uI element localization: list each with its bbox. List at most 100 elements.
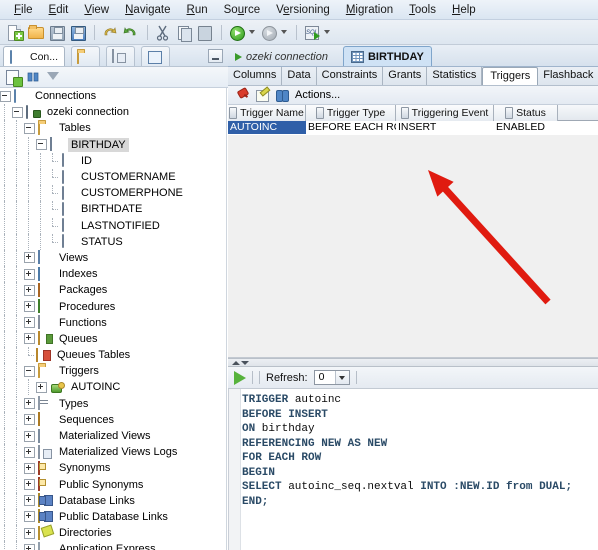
tree-item-birthdate[interactable]: BIRTHDATE [0, 201, 226, 218]
tree-item-queues-tables[interactable]: Queues Tables [0, 347, 226, 364]
paste-button[interactable] [195, 23, 214, 42]
run-green-arrow-icon[interactable] [234, 370, 246, 385]
tree-item-functions[interactable]: Functions [0, 314, 226, 331]
tree-expander-plus-icon[interactable] [24, 462, 35, 474]
table-row[interactable]: AUTOINCBEFORE EACH ROWINSERTENABLED [228, 121, 598, 134]
connections-tree[interactable]: Connections ozeki connection Tables BIRTHDA… [0, 88, 227, 550]
save-button[interactable] [47, 23, 66, 42]
tab-grants[interactable]: Grants [383, 67, 428, 85]
tree-item-public-database-links[interactable]: Public Database Links [0, 508, 226, 525]
tree-item-types[interactable]: Types [0, 395, 226, 412]
tree-expander-plus-icon[interactable] [24, 301, 35, 313]
save-all-button[interactable] [68, 23, 87, 42]
tree-item-id[interactable]: ID [0, 152, 226, 169]
grid-column-header-status[interactable]: Status [494, 105, 558, 121]
debug-button[interactable] [259, 23, 278, 42]
tree-expander-plus-icon[interactable] [24, 398, 35, 410]
tree-expander-minus-icon[interactable] [36, 139, 47, 151]
tree-expander-plus-icon[interactable] [24, 268, 35, 280]
tree-expander-minus-icon[interactable] [24, 365, 35, 377]
grid-cell[interactable]: BEFORE EACH ROW [306, 121, 396, 134]
sql-worksheet-button[interactable]: SQL [302, 23, 321, 42]
tree-item-views[interactable]: Views [0, 249, 226, 266]
tree-item-customername[interactable]: CUSTOMERNAME [0, 169, 226, 186]
tab-constraints[interactable]: Constraints [317, 67, 384, 85]
tree-expander-plus-icon[interactable] [24, 511, 35, 523]
column-grip-icon[interactable] [229, 107, 238, 119]
document-tab-ozeki-connection[interactable]: ozeki connection [228, 47, 335, 66]
filter-button[interactable] [45, 69, 61, 92]
tree-expander-minus-icon[interactable] [12, 106, 23, 118]
grid-column-header-trigger-type[interactable]: Trigger Type [306, 105, 396, 121]
splitter-down-arrow-icon[interactable] [241, 361, 249, 365]
column-grip-icon[interactable] [505, 107, 514, 119]
tree-expander-plus-icon[interactable] [36, 381, 47, 393]
tree-item-autoinc[interactable]: AUTOINC [0, 379, 226, 396]
tree-expander-plus-icon[interactable] [24, 479, 35, 491]
menu-item-source[interactable]: Source [216, 2, 268, 18]
copy-button[interactable] [174, 23, 193, 42]
menu-item-file[interactable]: File [6, 2, 41, 18]
grid-cell[interactable]: AUTOINC [228, 121, 306, 134]
tree-item-directories[interactable]: Directories [0, 525, 226, 542]
tree-item-birthday[interactable]: BIRTHDAY [0, 136, 226, 153]
menu-item-navigate[interactable]: Navigate [117, 2, 178, 18]
run-button[interactable] [227, 23, 246, 42]
tree-item-synonyms[interactable]: Synonyms [0, 460, 226, 477]
tree-item-ozeki-connection[interactable]: ozeki connection [0, 104, 226, 121]
tree-item-materialized-views-logs[interactable]: Materialized Views Logs [0, 444, 226, 461]
tree-item-indexes[interactable]: Indexes [0, 266, 226, 283]
tree-item-public-synonyms[interactable]: Public Synonyms [0, 476, 226, 493]
menu-item-run[interactable]: Run [179, 2, 216, 18]
tab-triggers[interactable]: Triggers [482, 67, 539, 85]
column-grip-icon[interactable] [315, 107, 324, 119]
menu-item-edit[interactable]: Edit [41, 2, 77, 18]
run-dropdown-caret-icon[interactable] [249, 30, 255, 34]
tree-expander-plus-icon[interactable] [24, 252, 35, 264]
tab-connections[interactable]: Con... [3, 46, 66, 66]
tree-item-application-express[interactable]: Application Express [0, 541, 226, 550]
grid-cell[interactable]: ENABLED [494, 121, 558, 134]
menu-item-help[interactable]: Help [444, 2, 484, 18]
menu-item-tools[interactable]: Tools [401, 2, 444, 18]
tree-item-connections[interactable]: Connections [0, 88, 226, 104]
tree-item-triggers[interactable]: Triggers [0, 363, 226, 380]
tree-expander-plus-icon[interactable] [24, 527, 35, 539]
refresh-icon[interactable] [275, 88, 289, 102]
column-grip-icon[interactable] [400, 107, 409, 119]
edit-pencil-icon[interactable] [255, 88, 269, 102]
tree-expander-plus-icon[interactable] [24, 317, 35, 329]
tree-expander-plus-icon[interactable] [24, 284, 35, 296]
tree-item-tables[interactable]: Tables [0, 120, 226, 137]
tree-item-lastnotified[interactable]: LASTNOTIFIED [0, 217, 226, 234]
tab-reports[interactable] [106, 46, 136, 66]
tree-item-packages[interactable]: Packages [0, 282, 226, 299]
tree-item-procedures[interactable]: Procedures [0, 298, 226, 315]
panel-splitter[interactable] [228, 358, 598, 367]
tab-columns[interactable]: Columns [228, 67, 283, 85]
document-tab-birthday[interactable]: BIRTHDAY [342, 46, 432, 66]
tree-expander-minus-icon[interactable] [24, 122, 35, 134]
tree-item-customerphone[interactable]: CUSTOMERPHONE [0, 185, 226, 202]
tab-statistics[interactable]: Statistics [427, 67, 483, 85]
tree-item-materialized-views[interactable]: Materialized Views [0, 428, 226, 445]
tree-expander-minus-icon[interactable] [0, 90, 11, 102]
tree-expander-plus-icon[interactable] [24, 543, 35, 550]
tab-flashback[interactable]: Flashback [538, 67, 598, 85]
tab-run-manager[interactable] [141, 46, 171, 66]
actions-button[interactable]: Actions... [295, 89, 340, 101]
tab-data[interactable]: Data [282, 67, 317, 85]
menu-item-versioning[interactable]: Versioning [268, 2, 338, 18]
pin-icon[interactable] [235, 88, 249, 102]
grid-column-header-trigger-name[interactable]: Trigger Name [228, 105, 306, 121]
redo-button[interactable] [121, 23, 140, 42]
undo-button[interactable] [100, 23, 119, 42]
refresh-connections-button[interactable] [25, 69, 41, 85]
chevron-down-icon[interactable] [334, 371, 349, 384]
tree-item-database-links[interactable]: Database Links [0, 492, 226, 509]
tree-expander-plus-icon[interactable] [24, 333, 35, 345]
debug-dropdown-caret-icon[interactable] [281, 30, 287, 34]
grid-column-header-triggering-event[interactable]: Triggering Event [396, 105, 494, 121]
open-file-button[interactable] [26, 23, 45, 42]
tree-expander-plus-icon[interactable] [24, 430, 35, 442]
